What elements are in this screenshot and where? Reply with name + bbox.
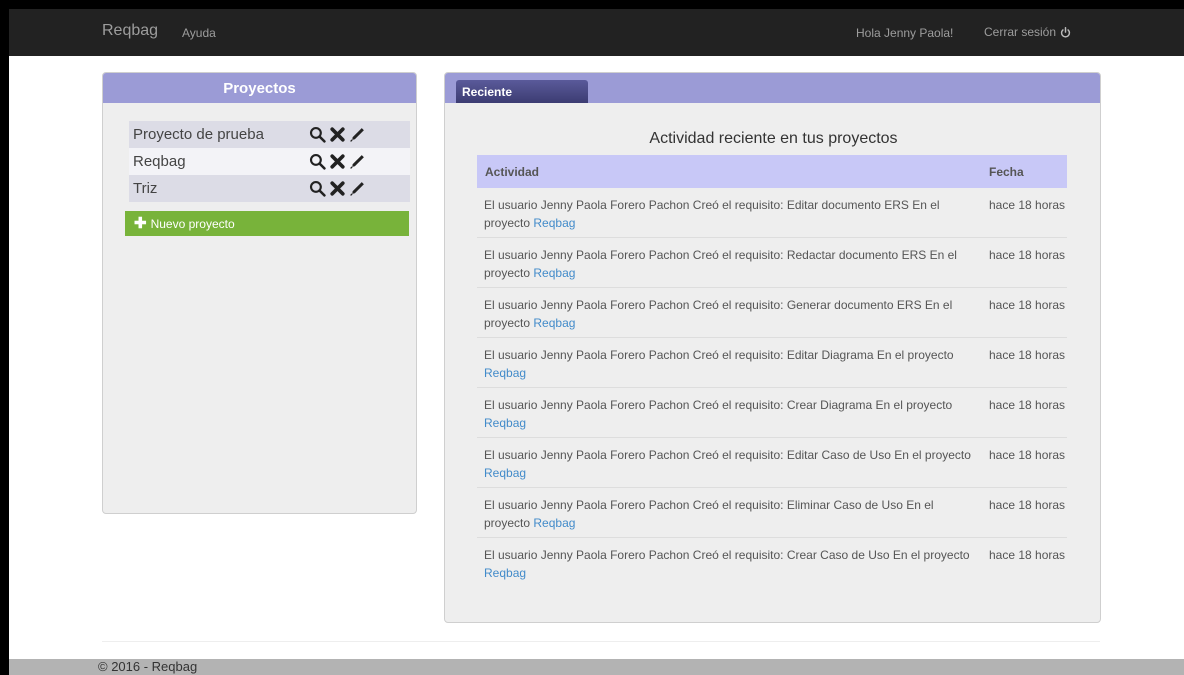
activity-date: hace 18 horas xyxy=(989,248,1066,262)
activity-date: hace 18 horas xyxy=(989,448,1066,462)
project-name[interactable]: Reqbag xyxy=(133,153,186,170)
activity-cell: El usuario Jenny Paola Forero Pachon Cre… xyxy=(477,346,980,382)
brand-link[interactable]: Reqbag xyxy=(102,22,158,40)
activity-date: hace 18 horas xyxy=(989,198,1066,212)
help-link[interactable]: Ayuda xyxy=(182,26,216,40)
activity-panel-header: Reciente xyxy=(445,73,1100,103)
activity-row: El usuario Jenny Paola Forero Pachon Cre… xyxy=(477,488,1067,538)
projects-panel: Proyectos Proyecto de prueba Reqbag Triz ✚… xyxy=(102,72,417,514)
new-project-button[interactable]: ✚ Nuevo proyecto xyxy=(125,211,409,236)
project-actions xyxy=(309,126,366,143)
project-link[interactable]: Reqbag xyxy=(484,566,526,580)
projects-list: Proyecto de prueba Reqbag Triz xyxy=(129,121,410,202)
delete-icon[interactable] xyxy=(329,180,346,197)
activity-cell: El usuario Jenny Paola Forero Pachon Cre… xyxy=(477,196,980,232)
footer-divider xyxy=(102,641,1100,642)
column-header-date: Fecha xyxy=(989,164,1024,179)
project-row: Triz xyxy=(129,175,410,202)
project-name[interactable]: Proyecto de prueba xyxy=(133,126,264,143)
activity-text: El usuario Jenny Paola Forero Pachon Cre… xyxy=(484,548,970,562)
activity-title: Actividad reciente en tus proyectos xyxy=(649,130,898,147)
activity-cell: El usuario Jenny Paola Forero Pachon Cre… xyxy=(477,246,980,282)
project-actions xyxy=(309,153,366,170)
page: Reqbag Ayuda Hola Jenny Paola! Cerrar se… xyxy=(0,0,1184,675)
logout-link[interactable]: Cerrar sesión xyxy=(984,25,1071,39)
activity-date: hace 18 horas xyxy=(989,348,1066,362)
footer-copyright: © 2016 - Reqbag xyxy=(98,659,198,674)
project-link[interactable]: Reqbag xyxy=(533,266,575,280)
activity-text: El usuario Jenny Paola Forero Pachon Cre… xyxy=(484,448,971,462)
project-link[interactable]: Reqbag xyxy=(533,216,575,230)
search-icon[interactable] xyxy=(309,180,326,197)
activity-row: El usuario Jenny Paola Forero Pachon Cre… xyxy=(477,538,1067,588)
activity-table-header: Actividad Fecha xyxy=(477,155,1067,188)
activity-cell: El usuario Jenny Paola Forero Pachon Cre… xyxy=(477,296,980,332)
activity-cell: El usuario Jenny Paola Forero Pachon Cre… xyxy=(477,546,980,582)
activity-row: El usuario Jenny Paola Forero Pachon Cre… xyxy=(477,338,1067,388)
tab-reciente[interactable]: Reciente xyxy=(456,80,588,103)
project-link[interactable]: Reqbag xyxy=(484,416,526,430)
column-header-activity: Actividad xyxy=(485,164,540,179)
project-row: Proyecto de prueba xyxy=(129,121,410,148)
logout-label: Cerrar sesión xyxy=(984,25,1057,39)
activity-row: El usuario Jenny Paola Forero Pachon Cre… xyxy=(477,188,1067,238)
project-link[interactable]: Reqbag xyxy=(484,466,526,480)
activity-date: hace 18 horas xyxy=(989,548,1066,562)
activity-row: El usuario Jenny Paola Forero Pachon Cre… xyxy=(477,388,1067,438)
activity-date: hace 18 horas xyxy=(989,398,1066,412)
projects-panel-title: Proyectos xyxy=(103,73,416,103)
project-name[interactable]: Triz xyxy=(133,180,157,197)
pencil-icon[interactable] xyxy=(349,126,366,143)
project-actions xyxy=(309,180,366,197)
delete-icon[interactable] xyxy=(329,126,346,143)
project-link[interactable]: Reqbag xyxy=(533,516,575,530)
window-border-left xyxy=(0,0,9,675)
activity-cell: El usuario Jenny Paola Forero Pachon Cre… xyxy=(477,446,980,482)
user-greeting-link[interactable]: Hola Jenny Paola! xyxy=(856,26,953,40)
search-icon[interactable] xyxy=(309,126,326,143)
activity-date: hace 18 horas xyxy=(989,498,1066,512)
project-row: Reqbag xyxy=(129,148,410,175)
footer: © 2016 - Reqbag xyxy=(9,659,1184,675)
pencil-icon[interactable] xyxy=(349,153,366,170)
search-icon[interactable] xyxy=(309,153,326,170)
activity-text: El usuario Jenny Paola Forero Pachon Cre… xyxy=(484,348,954,362)
project-link[interactable]: Reqbag xyxy=(484,366,526,380)
activity-row: El usuario Jenny Paola Forero Pachon Cre… xyxy=(477,238,1067,288)
project-link[interactable]: Reqbag xyxy=(533,316,575,330)
activity-cell: El usuario Jenny Paola Forero Pachon Cre… xyxy=(477,496,980,532)
activity-row: El usuario Jenny Paola Forero Pachon Cre… xyxy=(477,438,1067,488)
window-border-top xyxy=(0,0,1184,9)
pencil-icon[interactable] xyxy=(349,180,366,197)
activity-text: El usuario Jenny Paola Forero Pachon Cre… xyxy=(484,398,953,412)
activity-table: Actividad Fecha El usuario Jenny Paola F… xyxy=(477,155,1067,588)
power-icon xyxy=(1060,26,1071,38)
activity-date: hace 18 horas xyxy=(989,298,1066,312)
activity-row: El usuario Jenny Paola Forero Pachon Cre… xyxy=(477,288,1067,338)
plus-icon: ✚ xyxy=(134,215,147,232)
activity-table-body: El usuario Jenny Paola Forero Pachon Cre… xyxy=(477,188,1067,588)
activity-panel: Reciente Actividad reciente en tus proye… xyxy=(444,72,1101,623)
new-project-label: Nuevo proyecto xyxy=(150,216,235,231)
top-navbar: Reqbag Ayuda Hola Jenny Paola! Cerrar se… xyxy=(9,9,1184,56)
activity-cell: El usuario Jenny Paola Forero Pachon Cre… xyxy=(477,396,980,432)
delete-icon[interactable] xyxy=(329,153,346,170)
